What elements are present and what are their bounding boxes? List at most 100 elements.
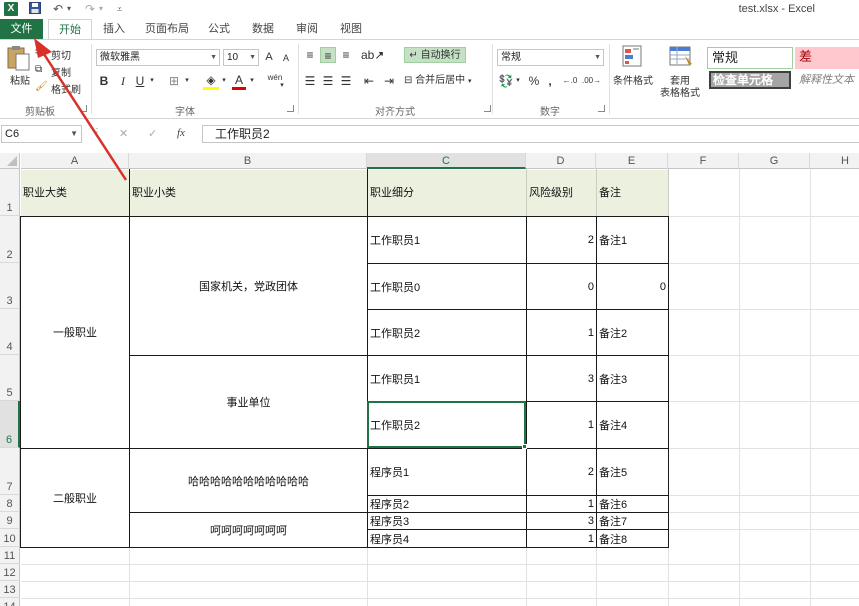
column-header-a[interactable]: A: [21, 153, 129, 169]
bold-button[interactable]: B: [97, 73, 111, 89]
column-header-g[interactable]: G: [739, 153, 810, 169]
row-header-8[interactable]: 8: [0, 495, 20, 512]
increase-indent-icon[interactable]: ⇥: [381, 73, 397, 89]
align-right-icon[interactable]: ☰: [338, 73, 354, 89]
cell-d1[interactable]: 风险级别: [527, 170, 596, 216]
accounting-dropdown-icon[interactable]: ▾: [514, 73, 522, 89]
row-header-4[interactable]: 4: [0, 309, 20, 355]
cell-d4[interactable]: 1: [527, 310, 596, 355]
shrink-font-icon[interactable]: A: [279, 50, 293, 66]
cell-a2-merged[interactable]: 一般职业: [21, 216, 129, 448]
row-header-9[interactable]: 9: [0, 512, 20, 529]
cell-d6[interactable]: 1: [527, 402, 596, 448]
undo-icon[interactable]: ↶: [53, 2, 63, 16]
column-header-f[interactable]: F: [668, 153, 739, 169]
cell-b9-merged[interactable]: 呵呵呵呵呵呵呵: [130, 513, 367, 547]
cell-d7[interactable]: 2: [527, 449, 596, 495]
column-header-c[interactable]: C: [367, 153, 526, 169]
cut-button[interactable]: 剪切: [51, 47, 71, 62]
font-color-icon[interactable]: A: [232, 73, 246, 90]
orientation-dropdown-icon[interactable]: ▾: [377, 47, 385, 63]
insert-function-icon[interactable]: fx: [177, 127, 185, 139]
cell-c8[interactable]: 程序员2: [368, 496, 526, 512]
decrease-decimal-icon[interactable]: .00→: [582, 73, 598, 89]
cell-e6[interactable]: 备注4: [597, 402, 668, 448]
alignment-dialog-launcher-icon[interactable]: [484, 105, 491, 112]
font-dialog-launcher-icon[interactable]: [287, 105, 294, 112]
cell-d2[interactable]: 2: [527, 217, 596, 263]
style-normal[interactable]: 常规: [707, 47, 793, 69]
redo-dropdown-icon[interactable]: ▾: [99, 2, 103, 16]
row-header-13[interactable]: 13: [0, 581, 20, 598]
cut-icon[interactable]: ✂: [35, 47, 43, 58]
tab-formulas[interactable]: 公式: [206, 19, 232, 39]
copy-icon[interactable]: ⧉: [35, 64, 42, 75]
paste-label[interactable]: 粘贴: [6, 72, 34, 87]
cell-b1[interactable]: 职业小类: [130, 170, 367, 216]
align-top-icon[interactable]: ≡: [302, 47, 318, 63]
redo-icon[interactable]: ↷: [85, 2, 95, 16]
tab-page-layout[interactable]: 页面布局: [143, 19, 191, 39]
column-header-b[interactable]: B: [129, 153, 367, 169]
align-left-icon[interactable]: ☰: [302, 73, 318, 89]
cell-d5[interactable]: 3: [527, 356, 596, 401]
grow-font-icon[interactable]: A: [262, 49, 276, 65]
borders-icon[interactable]: ⊞: [166, 73, 182, 89]
row-header-14[interactable]: 14: [0, 598, 20, 606]
column-header-d[interactable]: D: [526, 153, 596, 169]
cell-e5[interactable]: 备注3: [597, 356, 668, 401]
cell-c5[interactable]: 工作职员1: [368, 356, 526, 401]
cell-c4[interactable]: 工作职员2: [368, 310, 526, 355]
cell-d10[interactable]: 1: [527, 530, 596, 547]
enter-icon[interactable]: ✓: [148, 127, 157, 140]
percent-button[interactable]: %: [527, 73, 541, 89]
cell-c10[interactable]: 程序员4: [368, 530, 526, 547]
cell-c9[interactable]: 程序员3: [368, 513, 526, 529]
increase-decimal-icon[interactable]: ←.0: [562, 73, 578, 89]
cell-e10[interactable]: 备注8: [597, 530, 668, 547]
orientation-icon[interactable]: ab↗: [361, 47, 377, 63]
cell-d8[interactable]: 1: [527, 496, 596, 512]
row-header-5[interactable]: 5: [0, 355, 20, 401]
cancel-icon[interactable]: ✕: [119, 127, 128, 140]
fill-color-icon[interactable]: ◈: [203, 73, 219, 90]
font-size-select[interactable]: 10▼: [223, 49, 259, 66]
conditional-formatting-icon[interactable]: [619, 44, 647, 70]
cell-b2-merged[interactable]: 国家机关，党政团体: [130, 216, 367, 355]
cell-d3[interactable]: 0: [527, 264, 596, 309]
row-header-7[interactable]: 7: [0, 448, 20, 495]
underline-button[interactable]: U: [133, 73, 147, 89]
row-header-12[interactable]: 12: [0, 564, 20, 581]
cell-c3[interactable]: 工作职员0: [368, 264, 526, 309]
row-header-10[interactable]: 10: [0, 529, 20, 547]
underline-dropdown-icon[interactable]: ▾: [148, 73, 156, 89]
conditional-formatting-button[interactable]: 条件格式: [611, 72, 655, 87]
style-explanatory[interactable]: 解释性文本: [797, 71, 859, 89]
paste-icon[interactable]: [6, 44, 34, 72]
cell-c1[interactable]: 职业细分: [368, 170, 526, 216]
align-middle-icon[interactable]: ≡: [320, 47, 336, 63]
fill-color-dropdown-icon[interactable]: ▾: [220, 73, 228, 89]
active-cell-selection[interactable]: [367, 401, 526, 448]
number-dialog-launcher-icon[interactable]: [598, 105, 605, 112]
cell-e1[interactable]: 备注: [597, 170, 668, 216]
accounting-format-icon[interactable]: 💱: [498, 73, 514, 89]
font-name-select[interactable]: 微软雅黑▼: [96, 49, 220, 66]
borders-dropdown-icon[interactable]: ▾: [183, 73, 191, 89]
column-header-h[interactable]: H: [810, 153, 859, 169]
column-header-e[interactable]: E: [596, 153, 668, 169]
cell-e9[interactable]: 备注7: [597, 513, 668, 529]
cell-b5-merged[interactable]: 事业单位: [130, 356, 367, 448]
save-icon[interactable]: [29, 2, 41, 16]
merge-center-button[interactable]: ⊟ 合并后居中 ▾: [404, 73, 484, 89]
cell-a1[interactable]: 职业大类: [21, 170, 129, 216]
font-color-dropdown-icon[interactable]: ▾: [248, 73, 256, 89]
cell-e8[interactable]: 备注6: [597, 496, 668, 512]
cell-a7-merged[interactable]: 二般职业: [21, 449, 129, 547]
row-header-3[interactable]: 3: [0, 263, 20, 309]
cell-c7[interactable]: 程序员1: [368, 449, 526, 495]
fill-handle[interactable]: [522, 444, 527, 449]
cell-e2[interactable]: 备注1: [597, 217, 668, 263]
customize-qat-icon[interactable]: ⩡: [117, 2, 122, 16]
copy-button[interactable]: 复制: [51, 64, 71, 79]
